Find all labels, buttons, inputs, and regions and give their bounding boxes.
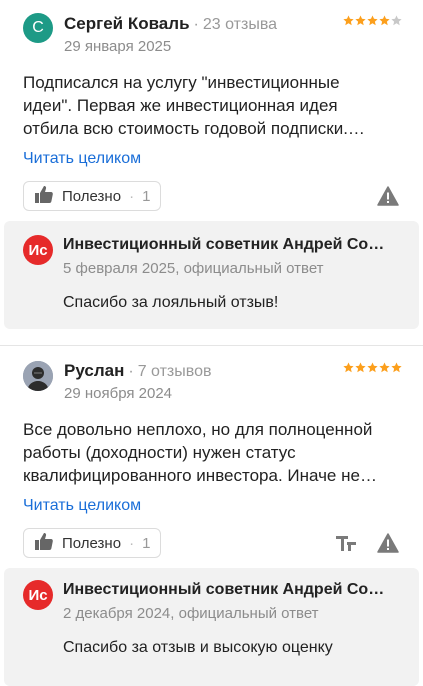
- thumbs-up-icon: [34, 532, 54, 554]
- star-icon: [355, 362, 366, 373]
- reply-date: 5 февраля 2025, официальный ответ: [63, 260, 324, 277]
- review-text: Подписался на услугу "инвестиционные иде…: [23, 71, 393, 140]
- review-text-line: квалифицированного инвестора. Иначе не…: [23, 466, 377, 485]
- review-author[interactable]: Руслан · 7 отзывов: [64, 361, 211, 381]
- reviews-count: 7 отзывов: [137, 363, 212, 380]
- review-text-line: Подписался на услугу "инвестиционные: [23, 73, 340, 92]
- avatar[interactable]: С: [23, 13, 53, 43]
- review-author[interactable]: Сергей Коваль · 23 отзыва: [64, 14, 277, 34]
- star-icon: [343, 15, 354, 26]
- reply-text: Спасибо за лояльный отзыв!: [63, 294, 279, 311]
- user-photo-icon: [23, 361, 53, 391]
- avatar[interactable]: [23, 361, 53, 391]
- useful-button[interactable]: Полезно · 1: [23, 181, 162, 211]
- review-date: 29 января 2025: [64, 38, 172, 55]
- rating-stars: [343, 15, 402, 26]
- useful-count: 1: [142, 534, 151, 552]
- review-card: Руслан · 7 отзывов 29 ноября 2024 Все дово…: [0, 345, 423, 686]
- avatar-letter: С: [32, 19, 44, 36]
- star-icon: [343, 362, 354, 373]
- read-more-link[interactable]: Читать целиком: [23, 497, 141, 515]
- review-text-line: идеи". Первая же инвестиционная идея: [23, 96, 338, 115]
- review-card: С Сергей Коваль · 23 отзыва 29 января 2025…: [0, 0, 423, 340]
- official-reply: Ис Инвестиционный советник Андрей Со… 2 …: [4, 568, 419, 686]
- warning-triangle-icon[interactable]: [376, 531, 400, 555]
- thumbs-up-icon: [34, 185, 54, 207]
- company-logo[interactable]: Ис: [23, 235, 53, 265]
- star-icon: [391, 362, 402, 373]
- reply-author[interactable]: Инвестиционный советник Андрей Со…: [63, 581, 403, 599]
- reply-text: Спасибо за отзыв и высокую оценку: [63, 639, 333, 656]
- review-text: Все довольно неплохо, но для полноценной…: [23, 418, 393, 487]
- useful-label: Полезно: [62, 534, 122, 552]
- reply-author[interactable]: Инвестиционный советник Андрей Со…: [63, 236, 403, 254]
- star-icon: [355, 15, 366, 26]
- useful-label: Полезно: [62, 187, 122, 205]
- translate-icon[interactable]: [334, 531, 358, 555]
- review-date: 29 ноября 2024: [64, 385, 173, 402]
- review-text-line: Все довольно неплохо, но для полноценной: [23, 420, 373, 439]
- read-more-link[interactable]: Читать целиком: [23, 150, 141, 168]
- useful-button[interactable]: Полезно · 1: [23, 528, 162, 558]
- author-name[interactable]: Руслан: [64, 361, 124, 380]
- star-icon: [391, 15, 402, 26]
- star-icon: [379, 15, 390, 26]
- star-icon: [367, 362, 378, 373]
- author-name[interactable]: Сергей Коваль: [64, 14, 190, 33]
- useful-count: 1: [142, 187, 151, 205]
- review-text-line: работы (доходности) нужен статус: [23, 443, 296, 462]
- rating-stars: [343, 362, 402, 373]
- review-text-line: отбила всю стоимость годовой подписки.…: [23, 119, 365, 138]
- star-icon: [379, 362, 390, 373]
- reviews-count: 23 отзыва: [202, 16, 278, 33]
- official-reply: Ис Инвестиционный советник Андрей Со… 5 …: [4, 221, 419, 329]
- reply-date: 2 декабря 2024, официальный ответ: [63, 605, 319, 622]
- company-logo[interactable]: Ис: [23, 580, 53, 610]
- star-icon: [367, 15, 378, 26]
- warning-triangle-icon[interactable]: [376, 184, 400, 208]
